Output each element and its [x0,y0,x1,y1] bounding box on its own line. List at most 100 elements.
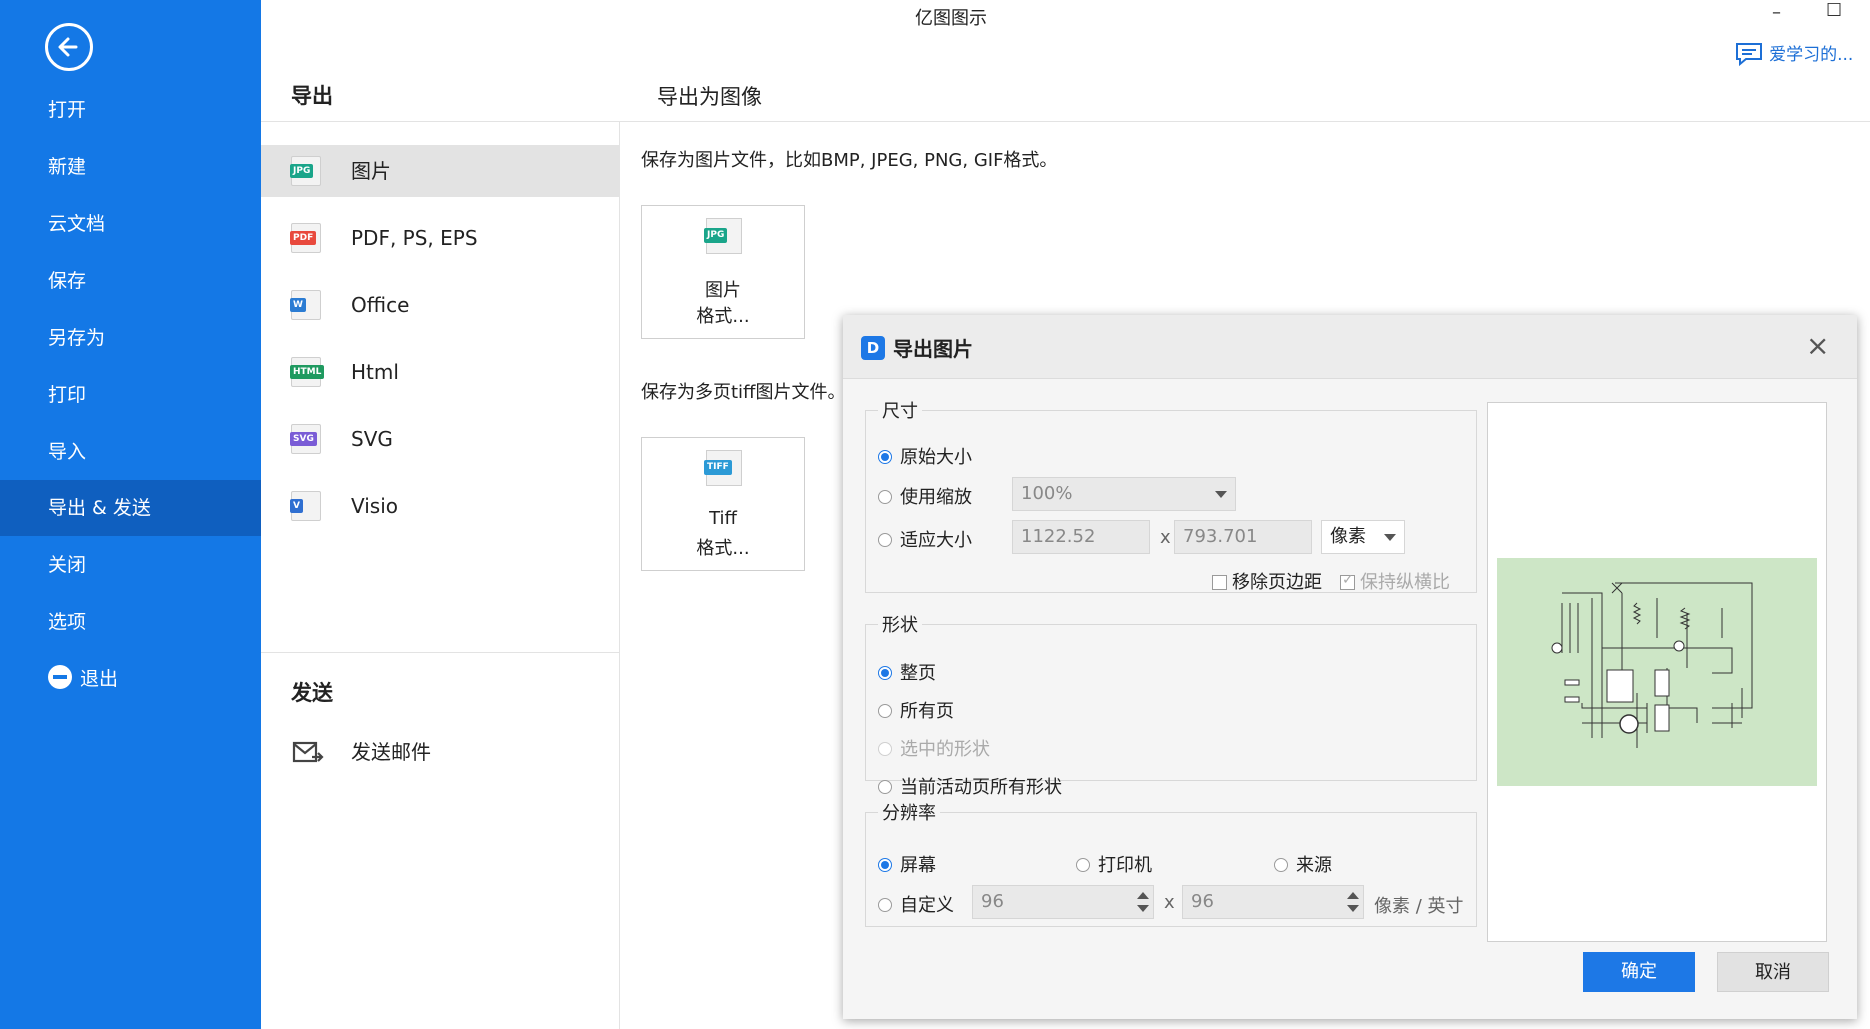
send-email-label: 发送邮件 [351,740,431,764]
radio-label: 屏幕 [900,855,936,876]
radio-label: 选中的形状 [900,739,990,760]
unit-select[interactable]: 像素 [1321,520,1405,554]
shape-group-label: 形状 [878,611,922,637]
window-title: 亿图图示 [915,8,987,29]
checkbox-label: 移除页边距 [1232,572,1322,593]
height-value: 793.701 [1183,526,1258,547]
resolution-source-radio[interactable]: 来源 [1274,851,1332,877]
width-value: 1122.52 [1021,526,1096,547]
sidebar-item-open[interactable]: 打开 [0,82,261,138]
motor-bottom [1619,714,1639,734]
switch-2 [1564,696,1580,703]
export-image-dialog: D 导出图片 × 尺寸 原始大小 使用缩放 100% 适应大小 1122.52 … [843,315,1857,1019]
sidebar-item-save[interactable]: 保存 [0,253,261,309]
export-item-html[interactable]: HTML Html [261,346,619,398]
help-link[interactable]: 爱学习的... [1734,40,1853,67]
dialog-close-button[interactable]: × [1806,329,1829,362]
jpg-tag: JPG [290,164,314,178]
minimize-icon: – [1772,2,1781,23]
visio-file-icon: V [290,491,321,521]
export-item-pdf[interactable]: PDF PDF, PS, EPS [261,212,619,264]
back-button[interactable] [45,23,93,71]
sidebar-item-new[interactable]: 新建 [0,139,261,195]
unit-value: 像素 [1330,526,1366,547]
dpi-x-stepper[interactable]: 96 [972,885,1154,919]
tiff-format-card[interactable]: TIFF Tiff 格式... [641,437,805,571]
spin-down-icon[interactable] [1347,905,1359,912]
card-sublabel: 格式... [696,306,750,327]
export-item-svg[interactable]: SVG SVG [261,413,619,465]
sidebar-item-options[interactable]: 选项 [0,594,261,650]
spin-up-icon[interactable] [1347,892,1359,899]
control-block [1606,669,1634,703]
export-item-office[interactable]: W Office [261,279,619,331]
radio-label: 使用缩放 [900,487,972,508]
export-item-image[interactable]: JPG 图片 [261,145,619,197]
card-sublabel: 格式... [696,538,750,559]
radio-icon [878,450,892,464]
cancel-button[interactable]: 取消 [1717,952,1829,992]
sidebar-item-exit[interactable]: 退出 [0,651,261,707]
sidebar-item-save-as[interactable]: 另存为 [0,310,261,366]
shape-whole-page-radio[interactable]: 整页 [878,659,936,685]
keep-ratio-checkbox[interactable]: 保持纵横比 [1340,568,1450,594]
spin-down-icon[interactable] [1137,905,1149,912]
height-input[interactable]: 793.701 [1174,520,1312,554]
sidebar-item-cloud[interactable]: 云文档 [0,196,261,252]
sidebar-item-label: 打印 [48,384,87,406]
size-original-radio[interactable]: 原始大小 [878,443,972,469]
dpi-x-value: 96 [981,891,1004,912]
terminal-top [1654,669,1670,697]
sidebar-item-export-send[interactable]: 导出 & 发送 [0,480,261,536]
radio-icon [878,666,892,680]
width-input[interactable]: 1122.52 [1012,520,1150,554]
minimize-button[interactable]: – [1772,2,1781,23]
dpi-unit-label: 像素 / 英寸 [1374,896,1464,917]
radio-icon [878,780,892,794]
shape-all-pages-radio[interactable]: 所有页 [878,697,954,723]
export-item-label: SVG [351,427,393,451]
sidebar-item-import[interactable]: 导入 [0,424,261,480]
tiff-file-icon: TIFF [704,450,742,486]
circuit-diagram-preview [1497,558,1817,786]
word-tag: W [290,298,306,312]
size-fit-radio[interactable]: 适应大小 [878,526,972,552]
radio-icon [1076,858,1090,872]
resolution-printer-radio[interactable]: 打印机 [1076,851,1152,877]
image-format-card[interactable]: JPG 图片 格式... [641,205,805,339]
sidebar-item-label: 另存为 [48,327,106,349]
resolution-screen-radio[interactable]: 屏幕 [878,851,936,877]
sidebar-item-label: 关闭 [48,554,87,576]
remove-margin-checkbox[interactable]: 移除页边距 [1212,568,1322,594]
spin-up-icon[interactable] [1137,892,1149,899]
sidebar-item-label: 退出 [80,668,119,690]
pdf-tag: PDF [290,231,317,245]
terminal-bottom [1654,704,1670,732]
size-group: 尺寸 原始大小 使用缩放 100% 适应大小 1122.52 x 793.701… [865,397,1477,593]
export-item-label: Visio [351,494,399,518]
dpi-y-stepper[interactable]: 96 [1182,885,1364,919]
export-item-label: PDF, PS, EPS [351,226,478,250]
maximize-button[interactable]: ☐ [1826,0,1842,21]
sidebar-item-label: 打开 [48,99,87,121]
size-scale-radio[interactable]: 使用缩放 [878,483,972,509]
close-icon: × [1806,329,1830,362]
shape-selected-radio[interactable]: 选中的形状 [878,735,990,761]
radio-label: 打印机 [1098,855,1152,876]
sidebar-item-close[interactable]: 关闭 [0,537,261,593]
main-title: 导出为图像 [657,85,762,109]
resolution-custom-radio[interactable]: 自定义 [878,891,954,917]
jpg-file-icon: JPG [704,218,742,254]
export-section-title: 导出 [291,84,333,108]
radio-icon [878,742,892,756]
shape-active-page-radio[interactable]: 当前活动页所有形状 [878,773,1062,799]
sidebar-item-label: 云文档 [48,213,106,235]
send-email-item[interactable]: 发送邮件 [261,726,619,778]
sidebar-item-print[interactable]: 打印 [0,367,261,423]
export-item-visio[interactable]: V Visio [261,480,619,532]
column-divider [619,122,620,1029]
radio-icon [878,898,892,912]
radio-label: 整页 [900,663,936,684]
ok-button[interactable]: 确定 [1583,952,1695,992]
scale-select[interactable]: 100% [1012,477,1236,511]
